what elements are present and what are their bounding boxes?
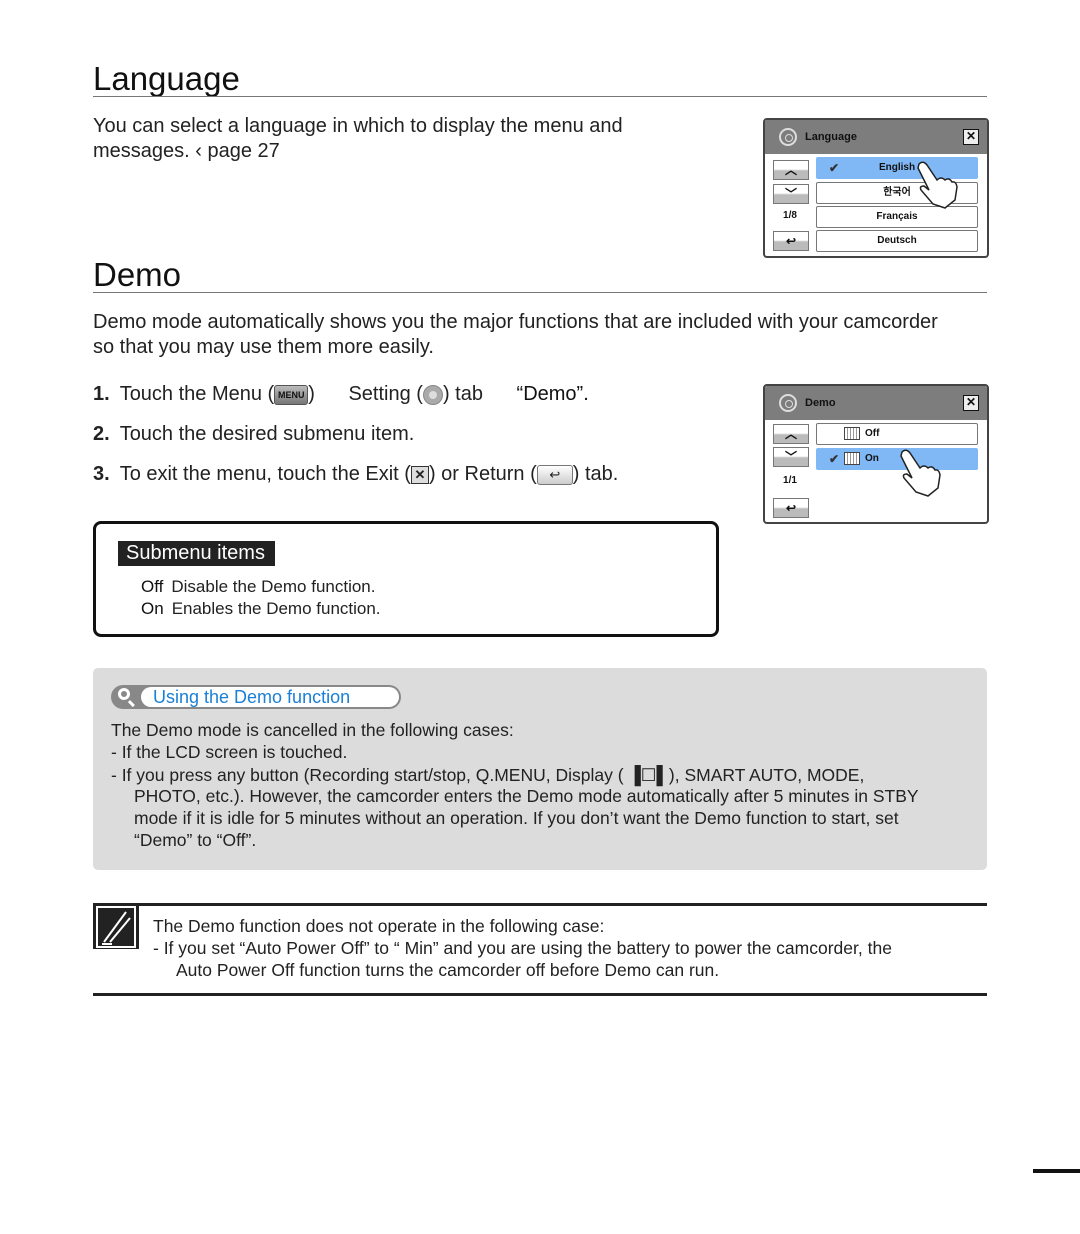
demo-heading-rule <box>93 292 987 293</box>
pointing-hand-icon <box>900 449 941 497</box>
step-text: To exit the menu, touch the Exit ( <box>119 463 411 485</box>
scroll-down-button[interactable]: ﹀ <box>773 184 809 204</box>
step-text: ) <box>308 383 315 405</box>
step-text: Touch the Menu ( <box>119 383 275 405</box>
note-pen-icon <box>93 903 139 949</box>
demo-description-line: so that you may use them more easily. <box>93 336 434 358</box>
step-text: ) tab <box>442 383 483 405</box>
demo-icon <box>844 426 860 440</box>
return-icon: ↩ <box>536 464 573 485</box>
return-button[interactable]: ↩ <box>773 231 809 251</box>
screen-title: Demo <box>805 397 836 409</box>
option-content: Off <box>844 424 879 444</box>
demo-description-line: Demo mode automatically shows you the ma… <box>93 311 938 333</box>
option-on[interactable]: ✔ On <box>816 448 978 470</box>
exit-icon: ✕ <box>410 465 429 484</box>
scroll-up-button[interactable]: ︿ <box>773 160 809 180</box>
submenu-desc: Disable the Demo function. <box>171 577 376 596</box>
step-number: 2. <box>93 423 110 445</box>
tip-intro: The Demo mode is cancelled in the follow… <box>111 720 514 740</box>
tip-title: Using the Demo function <box>141 687 399 707</box>
submenu-item-off: Off Disable the Demo function. <box>141 577 375 597</box>
option-deutsch[interactable]: Deutsch <box>816 230 978 252</box>
submenu-desc: Enables the Demo function. <box>171 599 381 618</box>
demo-icon <box>844 451 860 465</box>
option-off[interactable]: Off <box>816 423 978 445</box>
option-content: On <box>844 449 879 469</box>
option-label: Deutsch <box>877 235 917 246</box>
tip-bullet-continued: PHOTO, etc.). However, the camcorder ent… <box>134 786 919 806</box>
pen-icon <box>102 911 131 945</box>
option-label: Français <box>876 211 918 222</box>
note-rule-top <box>93 903 987 906</box>
step-3: 3. To exit the menu, touch the Exit (✕) o… <box>93 463 618 486</box>
close-icon[interactable]: ✕ <box>963 129 979 145</box>
step-text: “Demo”. <box>516 383 589 405</box>
tip-bullet-continued: mode if it is idle for 5 minutes without… <box>134 808 899 828</box>
note-bullet: - If you set “Auto Power Off” to “ Min” … <box>153 938 892 958</box>
submenu-title: Submenu items <box>118 541 275 566</box>
page-indicator: 1/1 <box>783 475 797 486</box>
tip-title-pill: Using the Demo function <box>111 685 401 709</box>
step-1: 1. Touch the Menu (MENU) Setting ( ) tab “… <box>93 383 589 406</box>
language-description: You can select a language in which to di… <box>93 114 623 164</box>
note-intro: The Demo function does not operate in th… <box>153 916 605 936</box>
page-indicator: 1/8 <box>783 210 797 221</box>
submenu-items-box: Submenu items Off Disable the Demo functi… <box>93 521 719 637</box>
page-marker <box>1033 1169 1080 1173</box>
return-button[interactable]: ↩ <box>773 498 809 518</box>
language-screen: Language ✕ ︿ ﹀ 1/8 ↩ ✔ English 한국어 Franç… <box>763 118 989 258</box>
step-number: 1. <box>93 383 110 405</box>
note-pen-icon-frame <box>96 906 136 948</box>
submenu-key: Off <box>141 577 164 596</box>
tip-box: Using the Demo function The Demo mode is… <box>93 668 987 870</box>
tip-bullet-continued: “Demo” to “Off”. <box>134 830 257 850</box>
pointing-hand-icon <box>917 161 958 209</box>
language-description-line: You can select a language in which to di… <box>93 115 623 137</box>
language-heading-rule <box>93 96 987 97</box>
step-text: Touch the desired submenu item. <box>119 423 415 445</box>
check-icon: ✔ <box>829 452 840 466</box>
menu-icon: MENU <box>274 384 309 405</box>
scroll-up-button[interactable]: ︿ <box>773 424 809 444</box>
screen-header: Demo ✕ <box>765 386 987 420</box>
step-2: 2. Touch the desired submenu item. <box>93 423 414 446</box>
scroll-down-button[interactable]: ﹀ <box>773 447 809 467</box>
tip-bullet: - If the LCD screen is touched. <box>111 742 348 762</box>
language-description-line: messages. ‹ page 27 <box>93 140 280 162</box>
gear-icon <box>779 394 797 412</box>
step-text: Setting ( <box>348 383 423 405</box>
step-number: 3. <box>93 463 110 485</box>
option-label: On <box>865 453 879 464</box>
screen-title: Language <box>805 131 857 143</box>
note-rule-bottom <box>93 993 987 996</box>
option-label: Off <box>865 428 880 439</box>
demo-description: Demo mode automatically shows you the ma… <box>93 310 938 360</box>
language-heading: Language <box>93 60 240 97</box>
step-text: ) or Return ( <box>428 463 537 485</box>
close-icon[interactable]: ✕ <box>963 395 979 411</box>
submenu-key: On <box>141 599 164 618</box>
magnifier-icon <box>118 688 130 700</box>
tip-bullet: - If you press any button (Recording sta… <box>111 765 865 785</box>
submenu-item-on: On Enables the Demo function. <box>141 599 381 619</box>
step-text: ) tab. <box>572 463 619 485</box>
demo-screen: Demo ✕ ︿ ﹀ 1/1 ↩ Off ✔ On <box>763 384 989 524</box>
gear-icon <box>779 128 797 146</box>
screen-header: Language ✕ <box>765 120 987 154</box>
note-bullet-continued: Auto Power Off function turns the camcor… <box>176 960 720 980</box>
demo-heading: Demo <box>93 256 182 293</box>
setting-gear-icon <box>422 384 443 405</box>
